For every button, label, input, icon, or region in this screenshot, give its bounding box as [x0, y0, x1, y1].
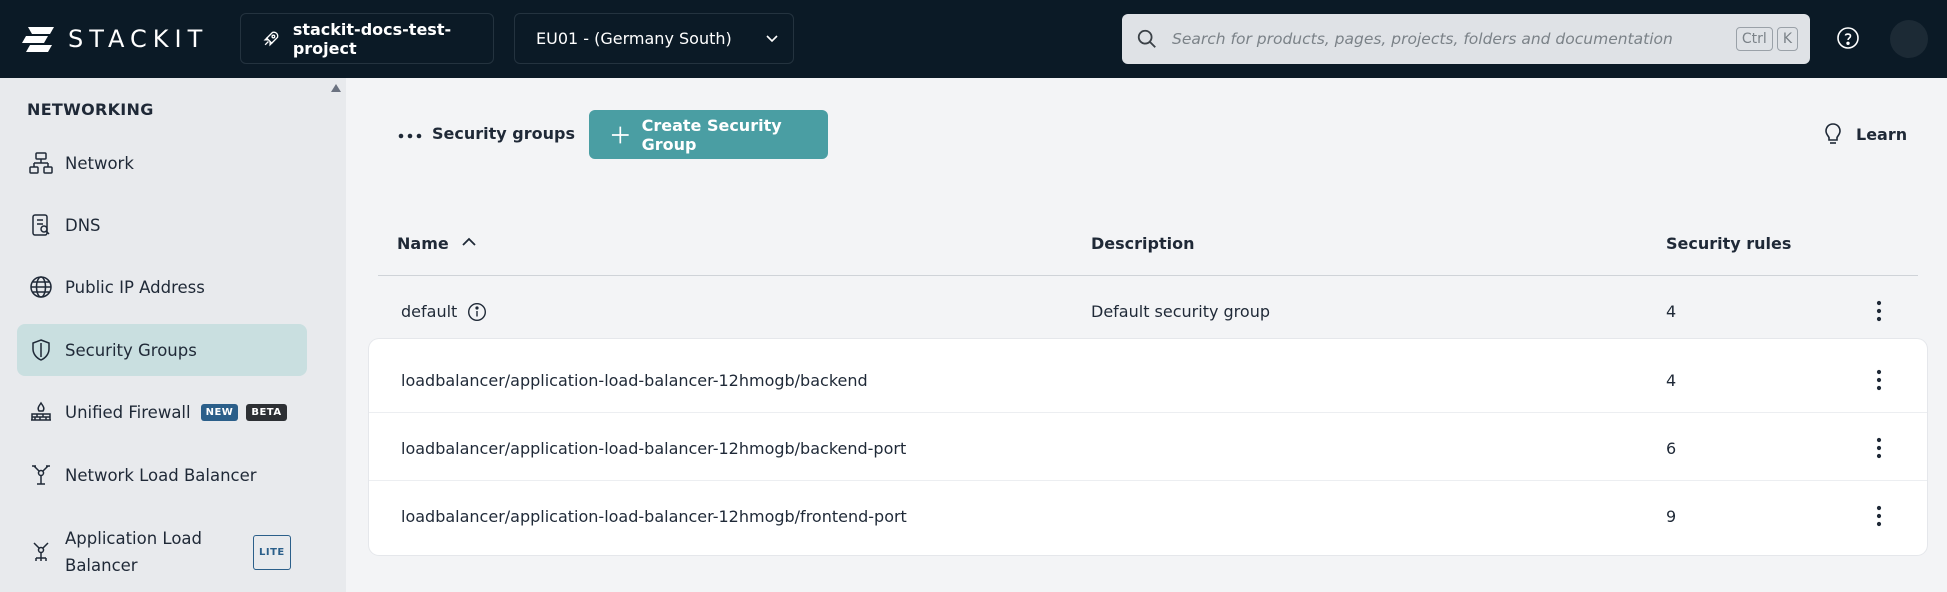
new-badge: NEW	[200, 403, 239, 421]
row-description: Default security group	[1091, 302, 1270, 321]
shortcut-key-k: K	[1776, 27, 1798, 51]
sidebar-section-title: NETWORKING	[27, 100, 154, 119]
firewall-icon	[29, 400, 53, 424]
create-button-label: Create Security Group	[641, 115, 782, 154]
row-actions-icon[interactable]	[1875, 369, 1883, 391]
sidebar-item-label: Network Load Balancer	[65, 465, 257, 485]
shortcut-key-ctrl: Ctrl	[1735, 27, 1773, 51]
learn-label: Learn	[1856, 124, 1908, 144]
sidebar-item-network-load-balancer[interactable]: Network Load Balancer	[17, 449, 307, 501]
info-icon[interactable]	[467, 302, 487, 322]
project-selector[interactable]: stackit-docs-test-project	[240, 13, 494, 64]
chevron-down-icon	[766, 34, 778, 42]
application-load-balancer-icon	[29, 540, 53, 564]
row-name[interactable]: loadbalancer/application-load-balancer-1…	[401, 507, 907, 526]
row-name[interactable]: loadbalancer/application-load-balancer-1…	[401, 371, 868, 390]
sidebar-item-label: Unified Firewall	[65, 402, 191, 422]
search-shortcut: Ctrl K	[1735, 27, 1798, 51]
lite-badge: LITE	[253, 534, 291, 570]
sidebar-item-dns[interactable]: DNS	[17, 199, 307, 251]
logo-text: STACKIT	[68, 25, 209, 53]
help-icon[interactable]	[1836, 26, 1860, 50]
search-icon	[1137, 29, 1156, 48]
breadcrumb-security-groups[interactable]: Security groups	[432, 124, 575, 143]
learn-button[interactable]: Learn	[1822, 122, 1907, 146]
rocket-icon	[263, 31, 279, 46]
column-header-description: Description	[1091, 234, 1195, 253]
sidebar-item-label: Public IP Address	[65, 277, 205, 297]
row-rules-count: 4	[1666, 371, 1677, 390]
load-balancer-icon	[29, 463, 53, 487]
row-actions-icon[interactable]	[1875, 300, 1883, 322]
sidebar-item-unified-firewall[interactable]: Unified Firewall NEW BETA	[17, 386, 307, 438]
sidebar-item-label-line1: Application Load	[65, 529, 203, 548]
sidebar-item-label-wrap: Application Load Balancer	[65, 525, 253, 579]
global-search[interactable]: Search for products, pages, projects, fo…	[1122, 14, 1810, 64]
row-rules-count: 6	[1666, 439, 1677, 458]
logo[interactable]: STACKIT	[22, 24, 208, 54]
sidebar-item-security-groups[interactable]: Security Groups	[17, 324, 307, 376]
sidebar-item-network[interactable]: Network	[17, 137, 307, 189]
sidebar-item-application-load-balancer[interactable]: Application Load Balancer LITE	[17, 524, 307, 580]
row-name[interactable]: loadbalancer/application-load-balancer-1…	[401, 439, 906, 458]
sort-ascending-icon[interactable]	[460, 233, 478, 251]
row-name[interactable]: default	[401, 302, 457, 321]
stackit-logo-icon	[22, 27, 54, 52]
row-rules-count: 9	[1666, 507, 1677, 526]
region-select[interactable]: EU01 - (Germany South)	[514, 13, 794, 64]
sidebar-scroll-up[interactable]	[331, 84, 341, 92]
sidebar-item-label-line2: Balancer	[65, 556, 138, 575]
search-placeholder: Search for products, pages, projects, fo…	[1172, 30, 1673, 48]
top-bar: STACKIT stackit-docs-test-project EU01 -…	[0, 0, 1947, 78]
beta-badge: BETA	[246, 403, 287, 421]
dns-icon	[29, 213, 53, 237]
user-avatar[interactable]	[1890, 20, 1928, 58]
network-icon	[29, 151, 53, 175]
sidebar-item-label: Network	[65, 153, 134, 173]
lightbulb-icon	[1825, 123, 1841, 144]
sidebar-item-public-ip-address[interactable]: Public IP Address	[17, 261, 307, 313]
create-security-group-button[interactable]: Create Security Group	[589, 110, 828, 159]
sidebar-item-label: Security Groups	[65, 340, 197, 360]
more-horizontal-icon[interactable]	[398, 132, 422, 140]
row-actions-icon[interactable]	[1875, 437, 1883, 459]
plus-icon	[611, 126, 629, 143]
sidebar-item-label: DNS	[65, 215, 101, 235]
row-actions-icon[interactable]	[1875, 505, 1883, 527]
column-header-security-rules: Security rules	[1666, 234, 1792, 253]
row-rules-count: 4	[1666, 302, 1677, 321]
region-value: EU01 - (Germany South)	[536, 29, 732, 48]
project-name: stackit-docs-test-project	[292, 19, 452, 58]
shield-icon	[29, 338, 53, 362]
column-header-name[interactable]: Name	[397, 234, 449, 253]
globe-icon	[29, 275, 53, 299]
